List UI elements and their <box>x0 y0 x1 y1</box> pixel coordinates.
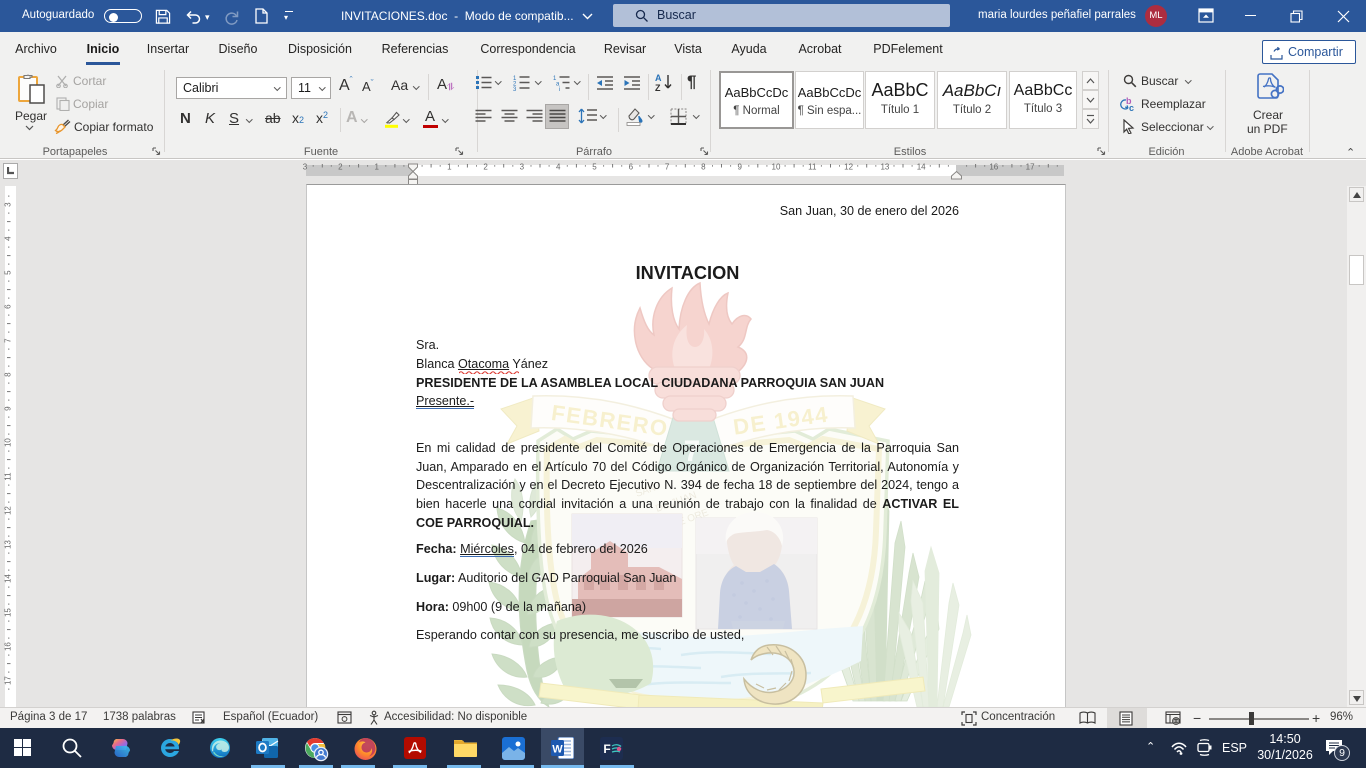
svg-text:3: 3 <box>303 163 308 172</box>
svg-text:12: 12 <box>4 506 13 515</box>
svg-text:14: 14 <box>917 163 926 172</box>
svg-text:A: A <box>655 73 662 83</box>
svg-text:10: 10 <box>4 438 13 447</box>
svg-text:7: 7 <box>4 338 13 343</box>
svg-text:10: 10 <box>772 163 781 172</box>
svg-text:4: 4 <box>556 163 561 172</box>
svg-text:3: 3 <box>4 202 13 207</box>
svg-text:6: 6 <box>629 163 634 172</box>
svg-text:2: 2 <box>338 163 343 172</box>
svg-text:4: 4 <box>4 236 13 241</box>
svg-text:1: 1 <box>447 163 452 172</box>
svg-text:8: 8 <box>4 372 13 377</box>
svg-text:15: 15 <box>4 608 13 617</box>
svg-text:7: 7 <box>665 163 670 172</box>
svg-text:9: 9 <box>737 163 742 172</box>
svg-text:16: 16 <box>4 642 13 651</box>
svg-text:W: W <box>552 744 563 756</box>
svg-text:c: c <box>1129 103 1134 112</box>
svg-text:2: 2 <box>483 163 488 172</box>
svg-text:1: 1 <box>374 163 379 172</box>
svg-text:16: 16 <box>989 163 998 172</box>
svg-text:Z: Z <box>655 83 661 92</box>
svg-text:8: 8 <box>701 163 706 172</box>
svg-text:17: 17 <box>4 676 13 685</box>
svg-text:3: 3 <box>513 87 517 91</box>
svg-text:5: 5 <box>4 270 13 275</box>
svg-text:i: i <box>559 87 560 91</box>
svg-text:12: 12 <box>844 163 853 172</box>
svg-text:5: 5 <box>592 163 597 172</box>
svg-text:14: 14 <box>4 574 13 583</box>
svg-text:9: 9 <box>4 406 13 411</box>
svg-text:11: 11 <box>808 163 817 172</box>
svg-text:3: 3 <box>520 163 525 172</box>
svg-text:6: 6 <box>4 304 13 309</box>
svg-text:17: 17 <box>1026 163 1035 172</box>
svg-text:11: 11 <box>4 472 13 481</box>
svg-text:13: 13 <box>4 540 13 549</box>
svg-text:13: 13 <box>880 163 889 172</box>
svg-text:F: F <box>603 742 610 756</box>
